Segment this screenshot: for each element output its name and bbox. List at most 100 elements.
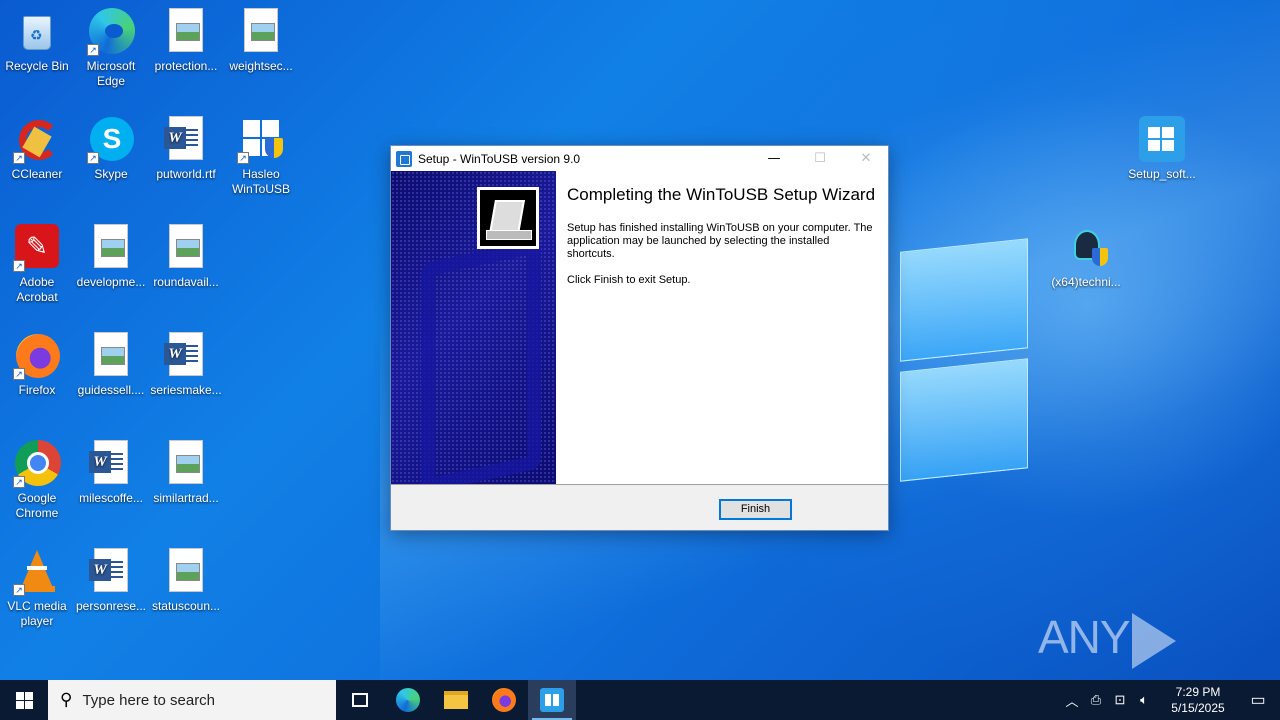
desktop-icon-development[interactable]: developme... — [74, 224, 148, 290]
image-file-icon — [162, 224, 210, 272]
desktop-icon-statuscoun[interactable]: statuscoun... — [149, 548, 223, 614]
wintousb-app-icon — [396, 150, 412, 167]
wizard-footer: Finish — [391, 485, 888, 530]
windows-logo-wallpaper — [895, 238, 1035, 482]
desktop-icon-label: personrese... — [75, 599, 147, 613]
desktop-icon-roundavail[interactable]: roundavail... — [149, 224, 223, 290]
network-icon[interactable]: ⊡ — [1108, 692, 1132, 708]
desktop-icon-label: similartrad... — [153, 491, 219, 505]
finish-button[interactable]: Finish — [719, 499, 792, 520]
minimize-button[interactable]: — — [751, 146, 797, 171]
clock-time: 7:29 PM — [1175, 685, 1221, 699]
vlc-icon: ↗ — [13, 548, 61, 596]
desktop-icon-milescoffe[interactable]: W milescoffe... — [74, 440, 148, 506]
desktop-icon-technician[interactable]: (x64)techni... — [1049, 224, 1123, 290]
skype-icon: S ↗ — [87, 116, 135, 164]
taskbar: ⚲ Type here to search ︿ ⎙ ⊡ 🔈︎ 7:29 PM 5… — [0, 680, 1280, 720]
desktop-icon-similartrad[interactable]: similartrad... — [149, 440, 223, 506]
task-view-button[interactable] — [336, 680, 384, 720]
desktop-icon-label: developme... — [76, 275, 146, 289]
desktop-icon-ccleaner[interactable]: ↗ CCleaner — [0, 116, 74, 182]
meet-now-icon[interactable]: ⎙ — [1084, 692, 1108, 708]
desktop-icon-label: weightsec... — [229, 59, 293, 73]
desktop-icon-vlc[interactable]: ↗ VLC media player — [0, 548, 74, 629]
word-doc-icon: W — [162, 116, 210, 164]
firefox-icon — [492, 688, 516, 712]
show-hidden-icons-chevron-icon[interactable]: ︿ — [1060, 691, 1084, 710]
desktop-icon-label: Microsoft Edge — [86, 59, 136, 88]
desktop-icon-label: (x64)techni... — [1051, 275, 1121, 289]
desktop-icon-google-chrome[interactable]: ↗ Google Chrome — [0, 440, 74, 521]
edge-icon: ↗ — [87, 8, 135, 56]
search-placeholder: Type here to search — [82, 691, 216, 709]
ccleaner-icon: ↗ — [13, 116, 61, 164]
desktop-icon-putworld[interactable]: W putworld.rtf — [149, 116, 223, 182]
wizard-banner-image — [391, 171, 556, 484]
installer-logo-icon — [477, 187, 539, 249]
edge-icon — [396, 688, 420, 712]
volume-icon[interactable]: 🔈︎ — [1132, 692, 1156, 708]
desktop-icon-microsoft-edge[interactable]: ↗ Microsoft Edge — [74, 8, 148, 89]
clock-date: 5/15/2025 — [1171, 701, 1225, 715]
word-doc-icon: W — [87, 548, 135, 596]
watermark-text-left: ANY — [1038, 611, 1131, 663]
wizard-instruction-text: Click Finish to exit Setup. — [567, 274, 691, 286]
desktop-icon-hasleo-wintousb[interactable]: ↗ Hasleo WinToUSB — [224, 116, 298, 197]
image-file-icon — [162, 548, 210, 596]
wizard-body-text: Setup has finished installing WinToUSB o… — [567, 222, 873, 260]
desktop-icon-guidessell[interactable]: guidessell.... — [74, 332, 148, 398]
firefox-icon: ↗ — [13, 332, 61, 380]
image-file-icon — [237, 8, 285, 56]
taskbar-wintousb-button[interactable] — [528, 680, 576, 720]
desktop-icon-label: CCleaner — [11, 167, 63, 181]
desktop-icon-recycle-bin[interactable]: ♻ Recycle Bin — [0, 8, 74, 74]
desktop-icon-label: Skype — [94, 167, 128, 181]
desktop-icon-label: putworld.rtf — [156, 167, 216, 181]
desktop-icon-protection[interactable]: protection... — [149, 8, 223, 74]
desktop-icon-label: Hasleo WinToUSB — [231, 167, 290, 196]
desktop-icon-firefox[interactable]: ↗ Firefox — [0, 332, 74, 398]
desktop-icon-label: statuscoun... — [151, 599, 221, 613]
desktop-icon-label: Setup_soft... — [1128, 167, 1196, 181]
taskbar-firefox-button[interactable] — [480, 680, 528, 720]
desktop-icon-personrese[interactable]: W personrese... — [74, 548, 148, 614]
wintousb-icon: ↗ — [237, 116, 285, 164]
image-file-icon — [87, 332, 135, 380]
image-file-icon — [162, 440, 210, 488]
setup-app-icon — [1138, 116, 1186, 164]
desktop-icon-skype[interactable]: S ↗ Skype — [74, 116, 148, 182]
installer-icon — [1062, 224, 1110, 272]
image-file-icon — [162, 8, 210, 56]
chrome-icon: ↗ — [13, 440, 61, 488]
window-title: Setup - WinToUSB version 9.0 — [418, 151, 581, 166]
system-tray: ︿ ⎙ ⊡ 🔈︎ 7:29 PM 5/15/2025 ▭ — [1060, 680, 1280, 720]
desktop-icon-seriesmake[interactable]: W seriesmake... — [149, 332, 223, 398]
window-titlebar[interactable]: Setup - WinToUSB version 9.0 — ☐ ✕ — [391, 146, 888, 171]
wizard-heading: Completing the WinToUSB Setup Wizard — [567, 185, 876, 204]
close-button: ✕ — [860, 151, 872, 166]
notification-center-icon[interactable]: ▭ — [1236, 690, 1280, 710]
wintousb-icon — [540, 688, 564, 712]
taskbar-search-box[interactable]: ⚲ Type here to search — [48, 680, 336, 720]
wizard-content: Completing the WinToUSB Setup Wizard Set… — [567, 186, 877, 300]
taskbar-clock[interactable]: 7:29 PM 5/15/2025 — [1160, 684, 1236, 716]
play-triangle-icon — [1131, 612, 1176, 669]
start-button[interactable] — [0, 680, 48, 720]
desktop-icon-setup-soft[interactable]: Setup_soft... — [1125, 116, 1199, 182]
search-icon: ⚲ — [60, 690, 73, 709]
image-file-icon — [87, 224, 135, 272]
file-explorer-icon — [444, 691, 468, 709]
desktop-icon-label: Google Chrome — [15, 491, 59, 520]
desktop-icon-label: VLC media player — [7, 599, 67, 628]
desktop-icon-adobe-acrobat[interactable]: ✎ ↗ Adobe Acrobat — [0, 224, 74, 305]
taskbar-file-explorer-button[interactable] — [432, 680, 480, 720]
desktop-icon-label: guidessell.... — [77, 383, 145, 397]
desktop-icon-label: Recycle Bin — [5, 59, 69, 73]
maximize-button: ☐ — [814, 151, 826, 166]
desktop-icon-label: roundavail... — [153, 275, 219, 289]
taskbar-edge-button[interactable] — [384, 680, 432, 720]
task-view-icon — [352, 693, 368, 707]
desktop-icon-weightsec[interactable]: weightsec... — [224, 8, 298, 74]
word-doc-icon: W — [87, 440, 135, 488]
desktop-icon-label: seriesmake... — [150, 383, 222, 397]
